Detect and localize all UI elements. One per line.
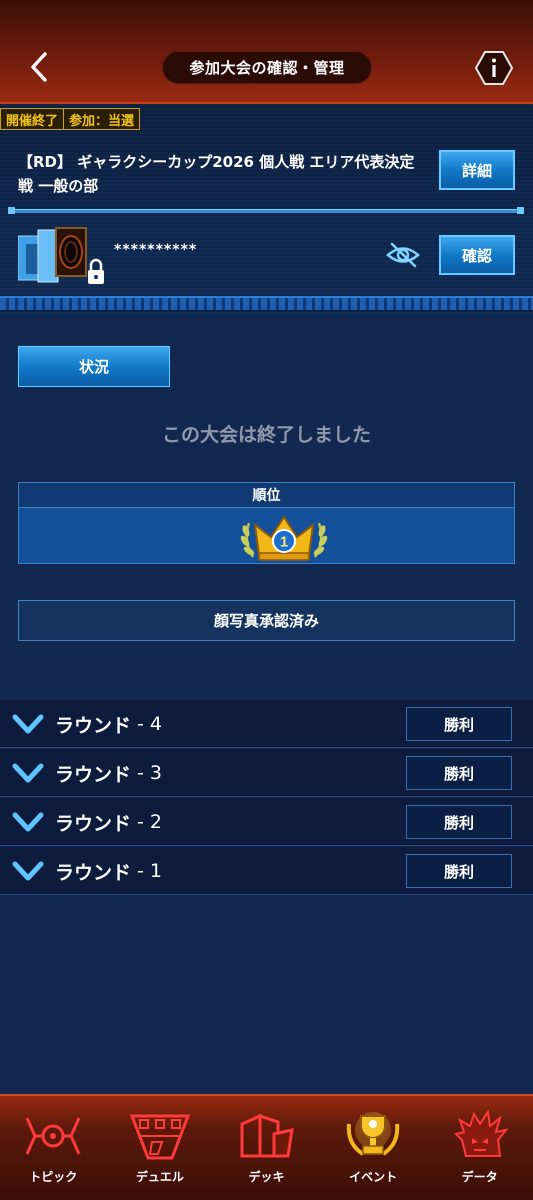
confirm-button[interactable]: 確認 [439,235,515,275]
nav-label: デュエル [135,1170,184,1184]
chevron-down-icon [12,812,44,832]
deck-code: ********** [114,242,198,258]
nav-duel[interactable]: デュエル [107,1096,214,1200]
chevron-down-icon [12,861,44,881]
round-row[interactable]: ラウンド - 1 勝利 [0,847,533,895]
round-result-button[interactable]: 勝利 [406,707,512,741]
duel-icon [129,1114,191,1160]
round-label: ラウンド - 1 [55,860,162,884]
nav-label: イベント [349,1170,398,1184]
data-icon [453,1110,509,1157]
round-label: ラウンド - 3 [55,762,162,786]
status-badge: 開催終了 [0,108,65,130]
deck-icon [240,1113,295,1158]
photo-approval-status: 顔写真承認済み [18,600,515,641]
round-row[interactable]: ラウンド - 2 勝利 [0,798,533,846]
round-label: ラウンド - 4 [55,713,162,737]
chevron-down-icon [12,763,44,783]
round-label: ラウンド - 2 [55,811,162,835]
rank-box: 順位 1 [18,482,515,564]
round-result-button[interactable]: 勝利 [406,756,512,790]
nav-data[interactable]: データ [426,1096,533,1200]
first-place-crown-icon: 1 [240,515,328,561]
page-title: 参加大会の確認・管理 [162,51,372,84]
nav-deck[interactable]: デッキ [213,1096,320,1200]
round-result-button[interactable]: 勝利 [406,805,512,839]
round-row[interactable]: ラウンド - 4 勝利 [0,700,533,748]
rank-label: 順位 [19,483,514,508]
event-trophy-icon [346,1112,400,1156]
tournament-name: 【RD】 ギャラクシーカップ2026 個人戦 エリア代表決定戦 一般の部 [18,153,415,195]
nav-label: データ [461,1170,498,1184]
detail-button[interactable]: 詳細 [439,150,515,190]
eye-off-icon[interactable] [385,240,421,270]
divider [8,207,524,214]
topic-icon [25,1117,81,1155]
badge-row: 開催終了 参加：当選 [0,108,141,130]
panel-border [0,296,533,312]
entry-badge: 参加：当選 [64,108,141,130]
bottom-nav: トピック デュエル デッキ イベント データ [0,1094,533,1200]
rank-value: 1 [280,534,288,551]
chevron-down-icon [12,714,44,734]
back-button[interactable] [22,50,56,84]
round-result-button[interactable]: 勝利 [406,854,512,888]
tournament-info-panel: 開催終了 参加：当選 【RD】 ギャラクシーカップ2026 個人戦 エリア代表決… [0,104,533,316]
top-header: 参加大会の確認・管理 [0,0,533,104]
nav-label: デッキ [248,1170,285,1184]
chevron-left-icon [31,52,47,82]
info-icon [474,51,514,85]
tab-status[interactable]: 状況 [18,346,170,387]
round-row[interactable]: ラウンド - 3 勝利 [0,749,533,797]
info-button[interactable] [474,50,514,86]
deck-case-icon [18,227,104,284]
nav-event[interactable]: イベント [320,1096,427,1200]
nav-label: トピック [29,1170,78,1184]
nav-topic[interactable]: トピック [0,1096,107,1200]
tournament-ended-message: この大会は終了しました [161,424,371,446]
